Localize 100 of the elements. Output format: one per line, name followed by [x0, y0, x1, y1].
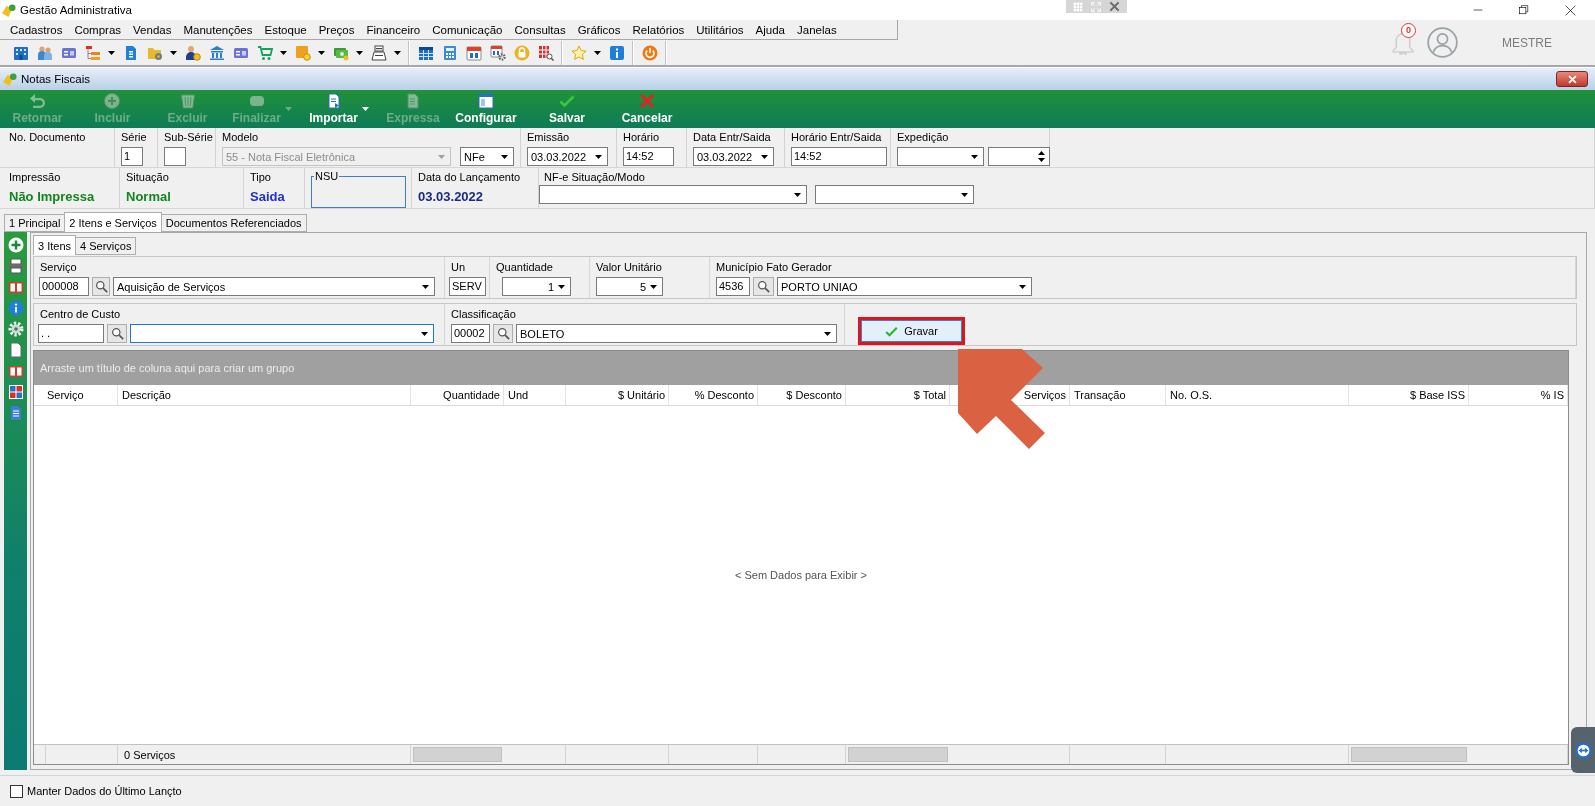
field-label: Valor Unitário	[595, 260, 663, 274]
book-icon[interactable]	[7, 279, 24, 295]
column-header[interactable]: $ Desconto	[786, 388, 842, 402]
info-icon[interactable]	[7, 300, 24, 316]
input-field[interactable]: . .	[38, 324, 104, 343]
input-field[interactable]: 14:52	[623, 147, 674, 166]
book-icon[interactable]	[7, 363, 24, 379]
caret-icon	[824, 331, 831, 336]
input-field[interactable]: 14:52	[791, 147, 887, 166]
dropdown-field[interactable]: 1	[502, 277, 571, 296]
tab[interactable]: 3 Itens	[33, 235, 77, 255]
save-button[interactable]: Gravar	[861, 320, 962, 342]
toolbar-button[interactable]: Importar	[299, 90, 379, 128]
toolbar-button[interactable]: Cancelar	[609, 90, 685, 128]
menu-item[interactable]: Vendas	[127, 23, 178, 36]
dropdown-field[interactable]	[815, 185, 974, 204]
column-header[interactable]: No. O.S.	[1170, 388, 1213, 402]
user-avatar-icon[interactable]	[1427, 27, 1458, 58]
box-coin-icon	[295, 44, 311, 61]
star-icon	[571, 44, 587, 61]
column-header[interactable]: $ Unitário	[617, 388, 665, 402]
document-icon	[405, 93, 421, 109]
field-label: Situação	[126, 170, 170, 184]
input-field[interactable]: 000008	[39, 277, 89, 296]
spinner-field[interactable]	[988, 147, 1050, 166]
info-icon	[609, 44, 625, 61]
tab[interactable]: 1 Principal	[4, 214, 66, 232]
column-header[interactable]: % IS	[1540, 388, 1564, 402]
search-icon	[110, 327, 124, 340]
document-icon	[123, 44, 139, 61]
checkbox[interactable]	[10, 784, 23, 798]
search-button[interactable]	[753, 277, 774, 296]
menu-item[interactable]: Ajuda	[749, 23, 791, 36]
menu-item[interactable]: Preços	[312, 23, 361, 36]
field-label: Data do Lançamento	[418, 170, 522, 184]
org-chart-icon	[85, 44, 101, 61]
column-header[interactable]: $ Total	[913, 388, 946, 402]
caret-icon	[422, 284, 429, 289]
group-label: NSU	[314, 170, 340, 183]
menu-item[interactable]: Estoque	[258, 23, 313, 36]
search-button[interactable]	[92, 277, 110, 296]
column-header[interactable]: Descrição	[122, 388, 171, 402]
calendar-grid-icon	[418, 44, 434, 61]
toolbar-button[interactable]: Salvar	[525, 90, 609, 128]
status-value: Não Impressa	[9, 189, 96, 204]
column-header[interactable]: Und	[508, 388, 529, 402]
printer-icon[interactable]	[7, 258, 24, 274]
side-handle[interactable]	[1571, 727, 1595, 773]
menu-item[interactable]: Compras	[68, 23, 128, 36]
menu-item[interactable]: Comunicação	[426, 23, 509, 36]
tab[interactable]: 4 Serviços	[75, 237, 137, 255]
document-icon[interactable]	[7, 342, 24, 358]
dropdown-field[interactable]	[130, 324, 434, 343]
input-field[interactable]: 4536	[716, 277, 750, 296]
dropdown-field[interactable]: Aquisição de Serviços	[113, 277, 435, 296]
dropdown-field[interactable]: 5	[596, 277, 663, 296]
menu-item[interactable]: Janelas	[791, 23, 843, 36]
dropdown-field[interactable]: BOLETO	[516, 324, 837, 343]
document-import-icon	[325, 93, 342, 109]
menu-item[interactable]: Manutenções	[177, 23, 259, 36]
input-field[interactable]: 1	[121, 147, 143, 166]
power-icon	[642, 44, 658, 61]
grid-icon[interactable]	[7, 384, 24, 400]
search-button[interactable]	[107, 324, 127, 343]
dropdown-field[interactable]: PORTO UNIAO	[777, 277, 1032, 296]
search-icon	[496, 327, 510, 340]
close-button[interactable]	[1556, 71, 1588, 87]
menu-item[interactable]: Relatórios	[626, 23, 691, 36]
dropdown-field[interactable]: 03.03.2022	[693, 147, 774, 166]
settings-icon[interactable]	[7, 321, 24, 337]
menu-item[interactable]: Utilitários	[690, 23, 750, 36]
column-header[interactable]: Serviços	[1023, 388, 1066, 402]
user-name: MESTRE	[1502, 35, 1552, 50]
input-field[interactable]	[164, 147, 186, 166]
column-header[interactable]: % Desconto	[694, 388, 754, 402]
x-icon	[639, 93, 655, 109]
search-button[interactable]	[493, 324, 513, 343]
dropdown-field[interactable]: NFe	[460, 147, 514, 166]
caret-icon	[170, 50, 177, 55]
dropdown-field[interactable]	[539, 185, 807, 204]
dropdown-field[interactable]: 03.03.2022	[527, 147, 608, 166]
caret-icon	[501, 154, 508, 159]
caret-icon	[438, 154, 445, 159]
menu-item[interactable]: Consultas	[508, 23, 572, 36]
input-field[interactable]: SERV	[449, 277, 486, 296]
column-header[interactable]: $ Base ISS	[1409, 388, 1465, 402]
column-header[interactable]: Transação	[1074, 388, 1126, 402]
menu-item[interactable]: Cadastros	[4, 23, 69, 36]
dropdown-field[interactable]	[897, 147, 984, 166]
menu-item[interactable]: Financeiro	[360, 23, 427, 36]
column-header[interactable]: Serviço	[47, 388, 84, 402]
empty-message: < Sem Dados para Exibir >	[734, 569, 868, 581]
plus-circle-icon[interactable]	[7, 237, 24, 253]
column-header[interactable]: Quantidade	[443, 388, 500, 402]
tab[interactable]: Documentos Referenciados	[160, 214, 307, 232]
close-icon[interactable]	[1109, 1, 1120, 12]
input-field[interactable]: 00002	[451, 324, 490, 343]
toolbar-button[interactable]: Configurar	[447, 90, 525, 128]
tab[interactable]: 2 Itens e Serviços	[64, 212, 162, 232]
menu-item[interactable]: Gráficos	[571, 23, 627, 36]
